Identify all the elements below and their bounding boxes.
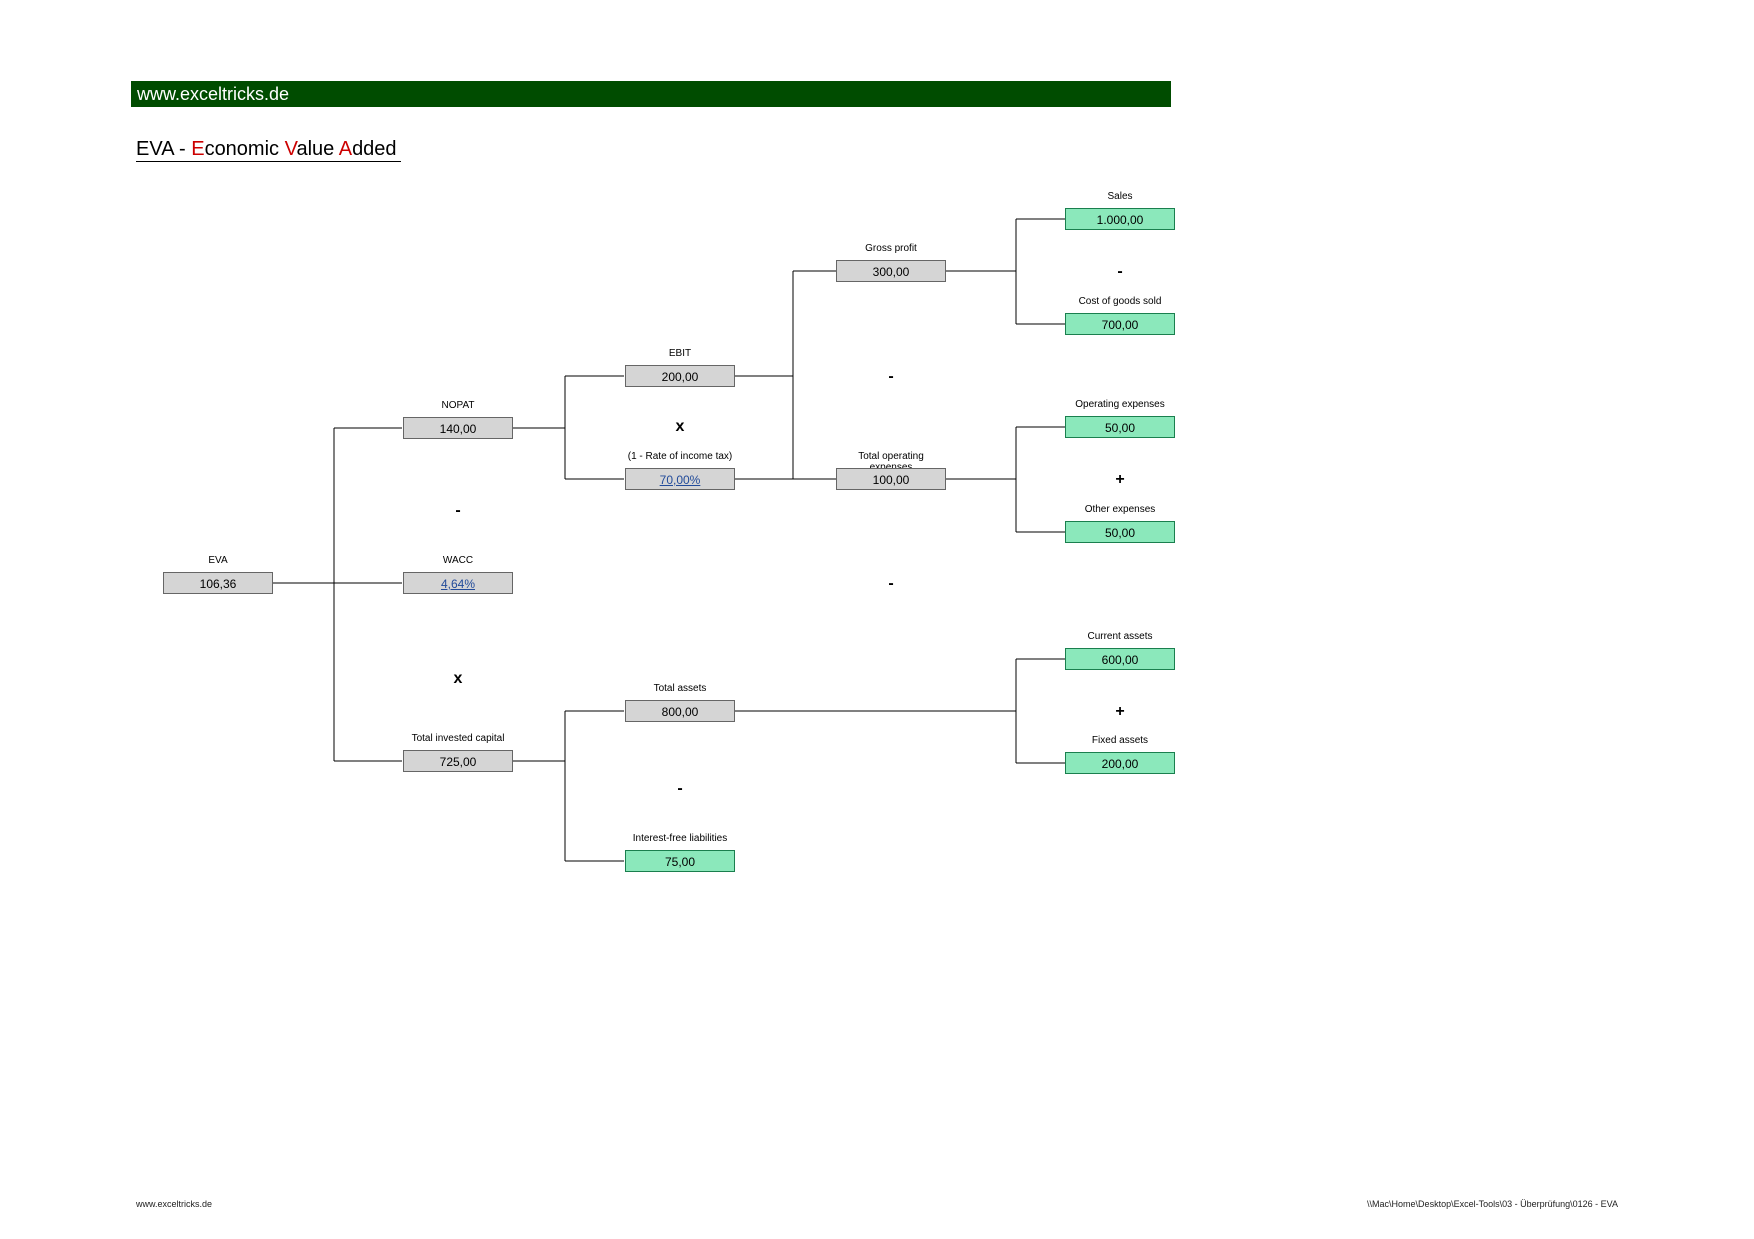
page: www.exceltricks.de EVA - Economic Value … xyxy=(0,0,1754,1239)
link-wacc[interactable]: 4,64% xyxy=(441,577,475,591)
box-tax[interactable]: 70,00% xyxy=(625,468,735,490)
footer-right: \\Mac\Home\Desktop\Excel-Tools\03 - Über… xyxy=(1367,1199,1618,1209)
box-eva: 106,36 xyxy=(163,572,273,594)
label-eva: EVA xyxy=(163,555,273,566)
title-v: V xyxy=(285,138,297,160)
label-gross-profit: Gross profit xyxy=(836,243,946,254)
label-total-assets: Total assets xyxy=(625,683,735,694)
label-sales: Sales xyxy=(1065,191,1175,202)
box-gross-profit: 300,00 xyxy=(836,260,946,282)
label-other-exp: Other expenses xyxy=(1065,504,1175,515)
box-total-invested: 725,00 xyxy=(403,750,513,772)
box-total-assets: 800,00 xyxy=(625,700,735,722)
label-cogs: Cost of goods sold xyxy=(1065,296,1175,307)
page-title: EVA - Economic Value Added xyxy=(136,138,401,162)
label-opex: Operating expenses xyxy=(1065,399,1175,410)
title-alue: alue xyxy=(296,138,338,160)
box-ebit: 200,00 xyxy=(625,365,735,387)
label-ifl: Interest-free liabilities xyxy=(625,833,735,844)
box-current-assets[interactable]: 600,00 xyxy=(1065,648,1175,670)
box-wacc[interactable]: 4,64% xyxy=(403,572,513,594)
op-opex-plus: + xyxy=(1110,471,1130,489)
header-bar: www.exceltricks.de xyxy=(131,81,1171,107)
box-nopat: 140,00 xyxy=(403,417,513,439)
box-sales[interactable]: 1.000,00 xyxy=(1065,208,1175,230)
box-total-opex: 100,00 xyxy=(836,468,946,490)
title-prefix: EVA - xyxy=(136,138,191,160)
op-ta-minus: - xyxy=(670,780,690,798)
op-gp-minus: - xyxy=(881,368,901,386)
link-tax[interactable]: 70,00% xyxy=(660,473,701,487)
connector-lines xyxy=(0,0,1754,1239)
label-tax: (1 - Rate of income tax) xyxy=(625,451,735,462)
box-other-exp[interactable]: 50,00 xyxy=(1065,521,1175,543)
box-opex[interactable]: 50,00 xyxy=(1065,416,1175,438)
box-ifl[interactable]: 75,00 xyxy=(625,850,735,872)
label-current-assets: Current assets xyxy=(1065,631,1175,642)
op-nopat-minus: - xyxy=(448,502,468,520)
title-dded: dded xyxy=(352,138,397,160)
title-a: A xyxy=(339,138,352,160)
label-fixed-assets: Fixed assets xyxy=(1065,735,1175,746)
label-total-invested: Total invested capital xyxy=(403,733,513,744)
op-assets-plus: + xyxy=(1110,703,1130,721)
label-ebit: EBIT xyxy=(625,348,735,359)
box-cogs[interactable]: 700,00 xyxy=(1065,313,1175,335)
title-conomic: conomic xyxy=(205,138,285,160)
op-sales-minus: - xyxy=(1110,263,1130,281)
title-e: E xyxy=(191,138,204,160)
footer-left: www.exceltricks.de xyxy=(136,1199,212,1209)
op-gp-toe-minus: - xyxy=(881,575,901,593)
op-nopat-times: x xyxy=(448,670,468,688)
label-nopat: NOPAT xyxy=(403,400,513,411)
label-wacc: WACC xyxy=(403,555,513,566)
op-ebit-times: x xyxy=(670,418,690,436)
box-fixed-assets[interactable]: 200,00 xyxy=(1065,752,1175,774)
